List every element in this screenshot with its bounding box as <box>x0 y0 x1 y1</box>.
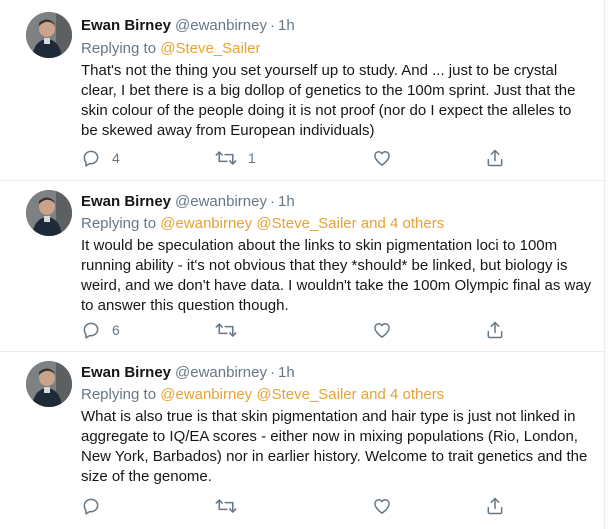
share-icon <box>485 148 505 168</box>
tweet-text: It would be speculation about the links … <box>81 237 592 314</box>
like-button[interactable] <box>372 320 392 340</box>
author-handle[interactable]: @ewanbirney <box>175 17 267 34</box>
like-icon <box>372 320 392 340</box>
replying-to: Replying to @ewanbirney @Steve_Sailer an… <box>81 385 592 405</box>
share-button[interactable] <box>485 148 505 168</box>
retweet-icon <box>215 320 237 340</box>
tweet-header: Ewan Birney @ewanbirney · 1h <box>81 363 592 383</box>
replying-to: Replying to @ewanbirney @Steve_Sailer an… <box>81 214 592 234</box>
avatar[interactable] <box>26 190 72 236</box>
separator-dot: · <box>269 193 275 210</box>
like-button[interactable] <box>372 496 392 516</box>
tweet[interactable]: Ewan Birney @ewanbirney · 1h Replying to @e… <box>0 352 604 529</box>
retweet-icon <box>215 148 237 168</box>
tweet-text: What is also true is that skin pigmentat… <box>81 408 588 485</box>
share-icon <box>485 496 505 516</box>
tweet-actions <box>81 496 521 516</box>
replying-to-label: Replying to <box>81 215 161 232</box>
mention-link[interactable]: @Steve_Sailer <box>160 40 260 57</box>
like-icon <box>372 496 392 516</box>
author-name[interactable]: Ewan Birney <box>81 193 171 210</box>
mention-others-link[interactable]: and 4 others <box>361 215 444 232</box>
avatar[interactable] <box>26 12 72 58</box>
mention-others-link[interactable]: and 4 others <box>361 386 444 403</box>
tweet-header: Ewan Birney @ewanbirney · 1h <box>81 192 592 212</box>
share-button[interactable] <box>485 320 505 340</box>
tweet-actions: 4 1 <box>81 148 521 168</box>
share-icon <box>485 320 505 340</box>
reply-icon <box>81 148 101 168</box>
tweet-actions: 6 <box>81 320 521 340</box>
timestamp[interactable]: 1h <box>278 364 295 381</box>
separator-dot: · <box>269 17 275 34</box>
replying-to: Replying to @Steve_Sailer <box>81 39 592 59</box>
author-handle[interactable]: @ewanbirney <box>175 193 267 210</box>
replying-to-label: Replying to <box>81 40 161 57</box>
reply-icon <box>81 320 101 340</box>
retweet-button[interactable] <box>215 320 237 340</box>
mention-link[interactable]: @ewanbirney <box>160 215 252 232</box>
tweet-text: That's not the thing you set yourself up… <box>81 62 576 139</box>
retweet-button[interactable] <box>215 496 237 516</box>
tweet-header: Ewan Birney @ewanbirney · 1h <box>81 16 592 36</box>
separator-dot: · <box>269 364 275 381</box>
share-button[interactable] <box>485 496 505 516</box>
author-handle[interactable]: @ewanbirney <box>175 364 267 381</box>
retweet-button[interactable]: 1 <box>215 148 256 168</box>
mention-link[interactable]: @Steve_Sailer <box>256 386 356 403</box>
tweet[interactable]: Ewan Birney @ewanbirney · 1h Replying to @e… <box>0 181 604 352</box>
tweet-thread: Ewan Birney @ewanbirney · 1h Replying to @S… <box>0 0 605 529</box>
reply-count: 4 <box>112 150 120 166</box>
retweet-count: 1 <box>248 150 256 166</box>
timestamp[interactable]: 1h <box>278 193 295 210</box>
replying-to-label: Replying to <box>81 386 161 403</box>
reply-icon <box>81 496 101 516</box>
mention-link[interactable]: @ewanbirney <box>160 386 252 403</box>
reply-button[interactable]: 4 <box>81 148 120 168</box>
reply-button[interactable] <box>81 496 101 516</box>
avatar[interactable] <box>26 361 72 407</box>
reply-button[interactable]: 6 <box>81 320 120 340</box>
timestamp[interactable]: 1h <box>278 17 295 34</box>
author-name[interactable]: Ewan Birney <box>81 17 171 34</box>
mention-link[interactable]: @Steve_Sailer <box>256 215 356 232</box>
like-button[interactable] <box>372 148 392 168</box>
like-icon <box>372 148 392 168</box>
reply-count: 6 <box>112 322 120 338</box>
author-name[interactable]: Ewan Birney <box>81 364 171 381</box>
retweet-icon <box>215 496 237 516</box>
tweet[interactable]: Ewan Birney @ewanbirney · 1h Replying to @S… <box>0 0 604 181</box>
